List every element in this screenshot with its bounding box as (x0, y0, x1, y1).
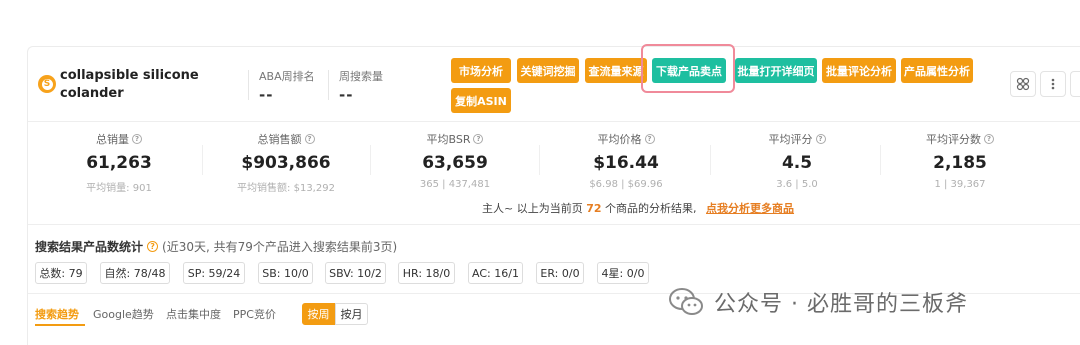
summary-suffix: 个商品的分析结果, (605, 202, 697, 215)
stat-label: 平均价格 (597, 133, 642, 146)
help-icon[interactable]: ? (132, 134, 142, 144)
help-icon[interactable]: ? (304, 134, 315, 144)
stat-avg-price: 平均价格? $16.44 $6.98 | $69.96 (551, 131, 701, 190)
stat-value: 4.5 (781, 153, 813, 173)
product-attribute-analysis-button[interactable]: 产品属性分析 (901, 58, 973, 83)
help-icon[interactable]: ? (147, 241, 159, 252)
tab-ppc-bid[interactable]: PPC竞价 (233, 306, 276, 322)
stat-total-revenue: 总销售额? $903,866 平均销售额: $13,292 (211, 131, 361, 194)
stat-sub: 平均销售额: $13,292 (237, 183, 335, 194)
stat-sub: 3.6 | 5.0 (776, 179, 818, 190)
summary-count: 72 (586, 202, 602, 215)
stat-label: 平均评分数 (926, 133, 981, 146)
tab-search-trend[interactable]: 搜索趋势 (35, 306, 79, 322)
stat-label: 总销售额 (257, 133, 302, 146)
stat-value: 63,659 (422, 153, 488, 173)
stat-total-sales: 总销量? 61,263 平均销量: 901 (44, 131, 194, 194)
stat-chip: ER: 0/0 (536, 262, 584, 284)
toggle-monthly[interactable]: 按月 (335, 303, 368, 325)
header-divider (328, 70, 329, 100)
grid-icon[interactable] (1010, 71, 1036, 97)
help-icon[interactable]: ? (473, 134, 484, 144)
analyze-more-link[interactable]: 点我分析更多商品 (706, 202, 794, 215)
stat-divider (710, 145, 711, 175)
market-analysis-button[interactable]: 市场分析 (451, 58, 511, 83)
product-title: collapsible silicone colander (60, 68, 199, 101)
stat-chip: SBV: 10/2 (325, 262, 386, 284)
stat-chip: 自然: 78/48 (100, 262, 170, 284)
search-stats-note: (近30天, 共有79个产品进入搜索结果前3页) (162, 240, 398, 254)
stat-sub: 365 | 437,481 (419, 179, 491, 190)
help-icon[interactable]: ? (815, 134, 826, 144)
active-tab-indicator (35, 324, 85, 326)
watermark-text: 公众号 · 必胜哥的三板斧 (714, 292, 968, 317)
aba-rank-value: -- (259, 86, 274, 104)
weekly-search-label: 周搜索量 (339, 70, 383, 83)
stat-value: $903,866 (241, 153, 331, 173)
stat-avg-review-count: 平均评分数? 2,185 1 | 39,367 (885, 131, 1035, 190)
stat-label: 平均BSR (426, 133, 471, 146)
stat-chip: 总数: 79 (35, 262, 87, 284)
stat-divider (202, 145, 203, 175)
stat-sub: 1 | 39,367 (934, 179, 986, 190)
tab-google-trend[interactable]: Google趋势 (93, 306, 154, 322)
download-selling-points-button[interactable]: 下载产品卖点 (652, 58, 726, 83)
weekly-search-value: -- (339, 86, 354, 104)
keyword-mining-button[interactable]: 关键词挖掘 (517, 58, 579, 83)
stat-sub: 平均销量: 901 (86, 183, 152, 194)
toggle-weekly[interactable]: 按周 (302, 303, 335, 325)
stat-value: 61,263 (86, 153, 152, 173)
stat-label: 平均评分 (768, 133, 813, 146)
stat-avg-rating: 平均评分? 4.5 3.6 | 5.0 (722, 131, 872, 190)
tab-click-concentration[interactable]: 点击集中度 (166, 306, 221, 322)
more-icon[interactable] (1040, 71, 1066, 97)
summary-prefix: 主人~ 以上为当前页 (482, 202, 583, 215)
analysis-summary: 主人~ 以上为当前页 72 个商品的分析结果, 点我分析更多商品 (482, 200, 794, 216)
stat-divider (539, 145, 540, 175)
search-stats-title: 搜索结果产品数统计 ? (近30天, 共有79个产品进入搜索结果前3页) (35, 238, 397, 255)
chevron-up-icon[interactable] (1070, 71, 1080, 97)
wechat-icon (669, 288, 703, 315)
stat-chip: SP: 59/24 (183, 262, 245, 284)
watermark: 公众号 · 必胜哥的三板斧 (668, 286, 968, 318)
batch-open-details-button[interactable]: 批量打开详细页 (735, 58, 817, 83)
stat-chip: 4星: 0/0 (597, 262, 649, 284)
stat-sub: $6.98 | $69.96 (589, 179, 663, 190)
section-title-text: 搜索结果产品数统计 (35, 240, 144, 254)
divider (28, 121, 1080, 122)
stat-label: 总销量 (96, 133, 129, 146)
stat-value: 2,185 (933, 153, 987, 173)
stat-avg-bsr: 平均BSR? 63,659 365 | 437,481 (380, 131, 530, 190)
copy-asin-button[interactable]: 复制ASIN (451, 88, 511, 113)
seller-logo-icon: S (38, 75, 56, 93)
help-icon[interactable]: ? (984, 134, 994, 144)
help-icon[interactable]: ? (644, 134, 655, 144)
aba-rank-label: ABA周排名 (259, 70, 315, 83)
stat-value: $16.44 (593, 153, 659, 173)
traffic-source-button[interactable]: 查流量来源 (585, 58, 647, 83)
stat-chip: AC: 16/1 (468, 262, 523, 284)
stat-chip: HR: 18/0 (398, 262, 455, 284)
stat-divider (370, 145, 371, 175)
batch-review-analysis-button[interactable]: 批量评论分析 (822, 58, 896, 83)
header-divider (248, 70, 249, 100)
stat-chip: SB: 10/0 (258, 262, 313, 284)
divider (28, 224, 1080, 225)
stat-divider (880, 145, 881, 175)
